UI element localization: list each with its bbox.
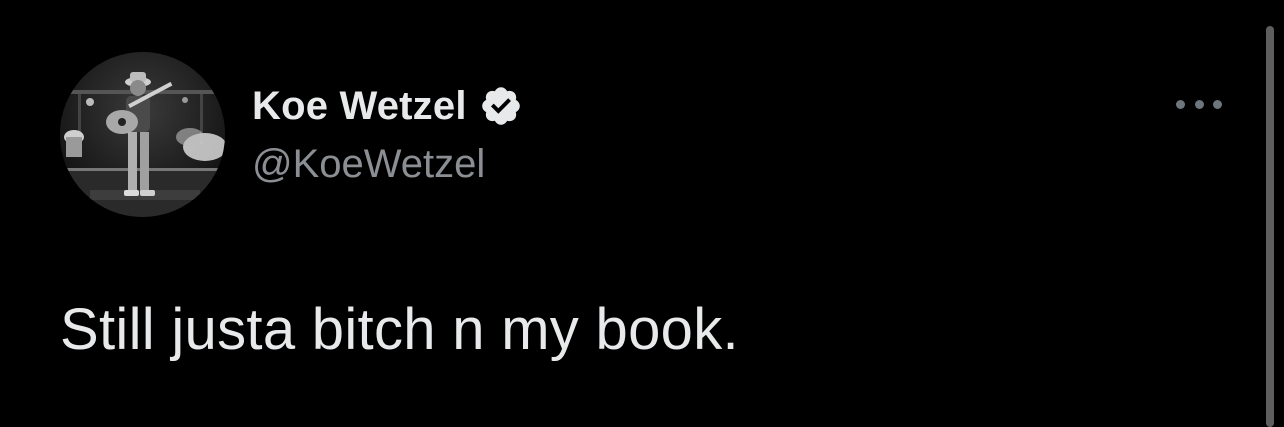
verified-badge-icon [479,84,523,128]
performer-with-guitar-avatar-icon [60,52,225,217]
more-dot [1194,99,1204,109]
tweet-text: Still justa bitch n my book. [60,297,739,362]
more-dot [1176,99,1185,109]
more-horizontal-icon[interactable] [1176,93,1222,115]
tweet-card: Koe Wetzel @KoeWetzel Still justa bitch … [0,0,1284,427]
author-name-row: Koe Wetzel [252,78,523,134]
author-handle[interactable]: @KoeWetzel [252,142,485,187]
author-display-name[interactable]: Koe Wetzel [252,84,467,129]
author-avatar[interactable] [60,52,225,217]
more-dot [1213,99,1222,109]
scrollbar[interactable] [1266,26,1274,427]
